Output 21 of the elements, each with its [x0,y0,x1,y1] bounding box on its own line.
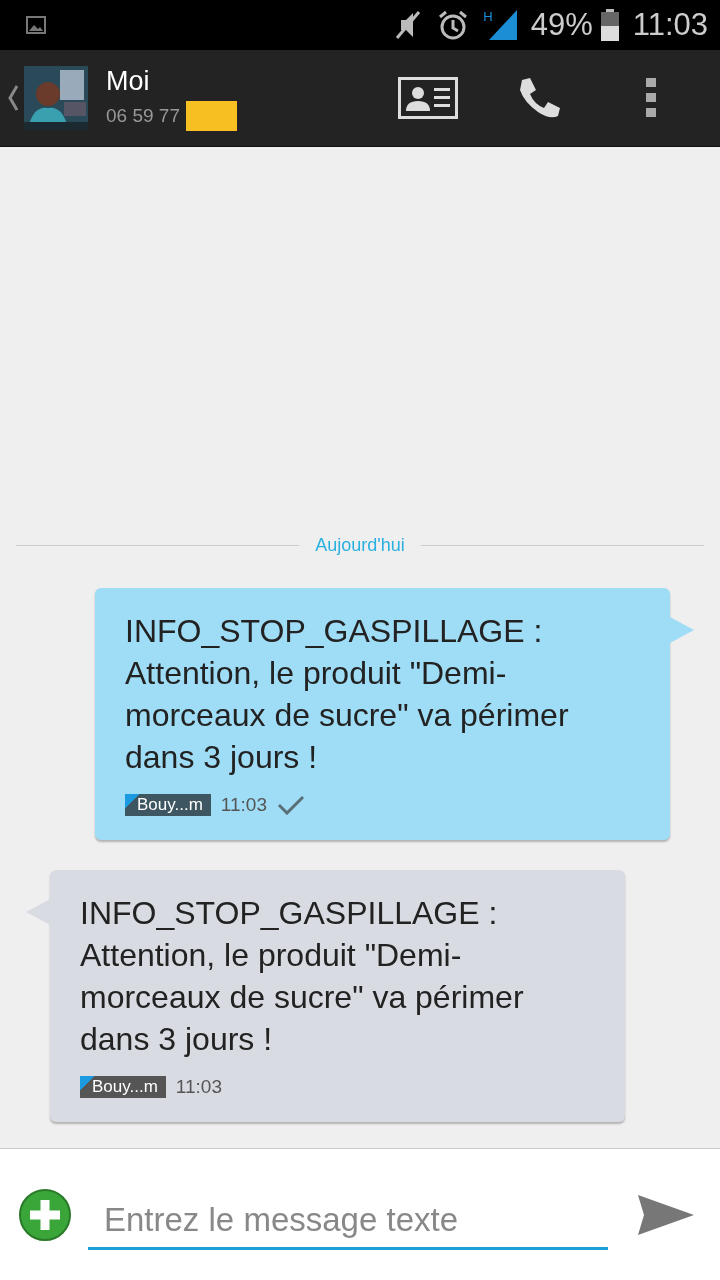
message-time: 11:03 [175,1076,222,1098]
sim-label: Bouy...m [80,1076,166,1098]
send-icon[interactable] [636,1192,696,1237]
clock: 11:03 [632,7,708,43]
battery-level: 49% [530,7,593,43]
add-icon[interactable] [18,1187,72,1242]
image-icon [26,16,46,34]
message-text: INFO_STOP_GASPILLAGE : Attention, le produit "Demi-morceaux de sucre" va périmer dans 3 jours ! [80,894,525,1059]
alarm-icon [437,9,470,41]
contact-name: Moi [106,65,151,97]
network-type: H [483,10,493,23]
sim-label: Bouy...m [125,794,211,816]
date-divider: Aujourd'hui [315,535,405,556]
battery-icon [600,9,619,41]
back-icon[interactable] [8,85,18,111]
phone-number: 06 59 77 [106,104,180,127]
redaction-block [185,100,237,131]
overflow-menu-icon[interactable] [646,78,656,118]
message-time: 11:03 [220,794,267,816]
contact-card-icon[interactable] [398,77,458,119]
message-text: INFO_STOP_GASPILLAGE : Attention, le produit "Demi-morceaux de sucre" va périmer dans 3 jours ! [125,612,570,777]
